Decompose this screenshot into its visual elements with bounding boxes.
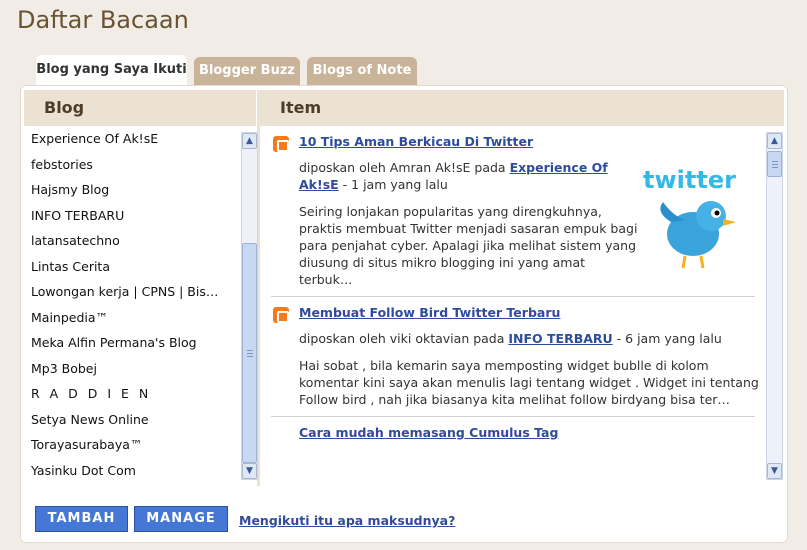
item-feed: 10 Tips Aman Berkicau Di Twitter diposka…	[271, 126, 771, 482]
blog-list-item[interactable]: Experience Of Ak!sE	[25, 126, 240, 152]
following-help-link[interactable]: Mengikuti itu apa maksudnya?	[239, 513, 455, 528]
blog-list-item[interactable]: Setya News Online	[25, 407, 240, 433]
blogger-icon	[273, 136, 289, 152]
item-column-header: Item	[260, 90, 784, 126]
tab-blogs-followed[interactable]: Blog yang Saya Ikuti	[36, 55, 187, 85]
item-meta-prefix: diposkan oleh Amran Ak!sE pada	[299, 160, 506, 175]
item-meta: diposkan oleh viki oktavian pada INFO TE…	[299, 330, 759, 347]
item-title-link[interactable]: 10 Tips Aman Berkicau Di Twitter	[299, 134, 755, 149]
scroll-thumb[interactable]	[767, 151, 782, 177]
blog-list-item[interactable]: Lowongan kerja | CPNS | Bis…	[25, 279, 240, 305]
tab-blogs-of-note[interactable]: Blogs of Note	[307, 57, 417, 85]
scroll-down-arrow-icon[interactable]: ▼	[242, 463, 257, 479]
blog-list-item[interactable]: Meka Alfin Permana's Blog	[25, 330, 240, 356]
feed-item: 10 Tips Aman Berkicau Di Twitter diposka…	[271, 126, 755, 297]
scroll-up-arrow-icon[interactable]: ▲	[767, 133, 782, 149]
blog-column-header: Blog	[24, 90, 256, 126]
feed-item: Cara mudah memasang Cumulus Tag	[271, 417, 755, 458]
item-snippet: Seiring lonjakan popularitas yang direng…	[299, 204, 638, 287]
blog-list-item[interactable]: R A D D I E N	[25, 381, 240, 407]
scroll-up-arrow-icon[interactable]: ▲	[242, 133, 257, 149]
blog-list-item[interactable]: febstories	[25, 152, 240, 178]
blog-list-item[interactable]: Yasinku Dot Com	[25, 458, 240, 483]
blog-list-item[interactable]: Mainpedia™	[25, 305, 240, 331]
blog-list-item[interactable]: INFO TERBARU	[25, 203, 240, 229]
item-meta-prefix: diposkan oleh viki oktavian pada	[299, 331, 505, 346]
add-button[interactable]: TAMBAH	[35, 506, 128, 532]
reading-list-panel: Blog Item Experience Of Ak!sE febstories…	[20, 85, 788, 543]
scroll-thumb[interactable]	[242, 243, 257, 463]
blog-list-item[interactable]: latansatechno	[25, 228, 240, 254]
blog-list-item[interactable]: Torayasurabaya™	[25, 432, 240, 458]
blogger-icon	[273, 307, 289, 323]
blog-list-item[interactable]: Mp3 Bobej	[25, 356, 240, 382]
item-blog-link[interactable]: INFO TERBARU	[508, 331, 612, 346]
item-title-link[interactable]: Membuat Follow Bird Twitter Terbaru	[299, 305, 755, 320]
item-title-link[interactable]: Cara mudah memasang Cumulus Tag	[299, 425, 755, 440]
blog-list-scrollbar[interactable]: ▲ ▼	[241, 132, 258, 480]
item-meta: diposkan oleh Amran Ak!sE pada Experienc…	[299, 159, 619, 193]
feed-item: Membuat Follow Bird Twitter Terbaru dipo…	[271, 297, 759, 417]
item-snippet: Hai sobat , bila kemarin saya memposting…	[299, 358, 759, 407]
blog-list: Experience Of Ak!sE febstories Hajsmy Bl…	[25, 126, 240, 482]
item-meta-time: - 6 jam yang lalu	[616, 331, 722, 346]
blog-list-item[interactable]: Lintas Cerita	[25, 254, 240, 280]
blog-list-item[interactable]: Hajsmy Blog	[25, 177, 240, 203]
page-title: Daftar Bacaan	[17, 6, 189, 34]
twitter-logo-text: twitter	[643, 166, 736, 194]
manage-button[interactable]: MANAGE	[134, 506, 228, 532]
twitter-bird-image: twitter	[643, 166, 736, 269]
tab-blogger-buzz[interactable]: Blogger Buzz	[194, 57, 300, 85]
scroll-down-arrow-icon[interactable]: ▼	[767, 463, 782, 479]
item-meta-time: - 1 jam yang lalu	[342, 177, 448, 192]
item-feed-scrollbar[interactable]: ▲ ▼	[766, 132, 783, 480]
